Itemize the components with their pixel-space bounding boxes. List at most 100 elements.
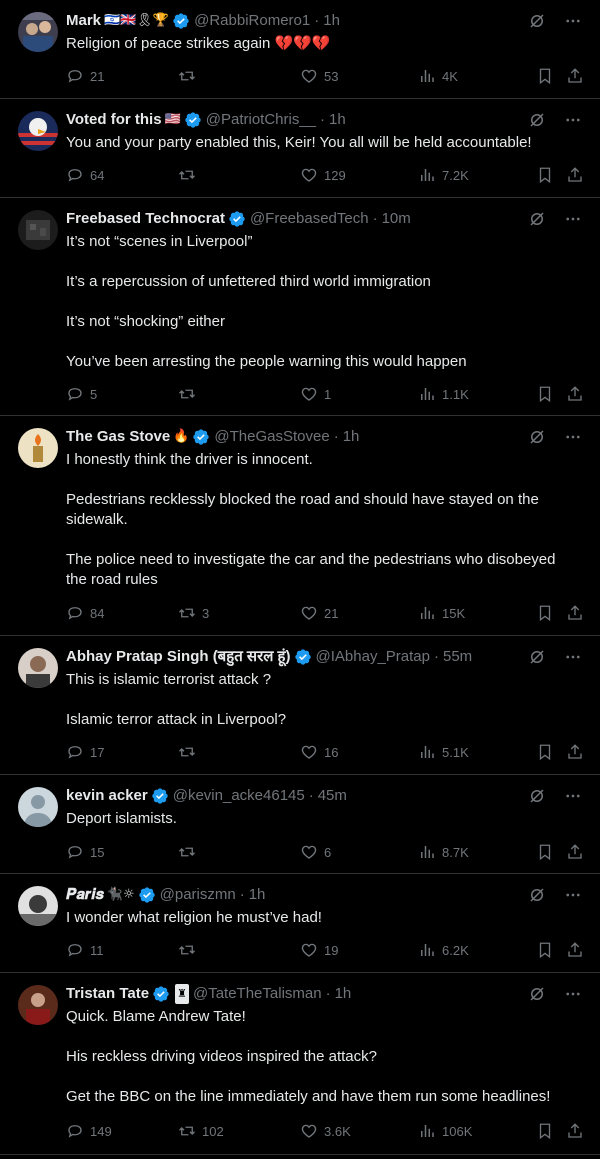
bookmark-button[interactable] bbox=[536, 940, 554, 960]
reply-button[interactable]: 21 bbox=[66, 66, 104, 86]
tweet[interactable]: kevin acker @kevin_acke46145 · 45m Depor… bbox=[0, 775, 600, 874]
more-icon[interactable] bbox=[564, 12, 582, 30]
avatar[interactable] bbox=[18, 210, 58, 250]
handle[interactable]: @TheGasStovee bbox=[214, 427, 329, 447]
like-button[interactable]: 1 bbox=[300, 384, 331, 404]
handle[interactable]: @RabbiRomero1 bbox=[194, 11, 310, 31]
display-name[interactable]: Tristan Tate bbox=[66, 984, 149, 1004]
grok-icon[interactable] bbox=[528, 648, 546, 666]
tweet[interactable]: 𝑷𝒂𝒓𝒊𝒔 🐈‍⬛☼ @pariszmn · 1h I wonder what … bbox=[0, 874, 600, 973]
bookmark-button[interactable] bbox=[536, 842, 554, 862]
avatar[interactable] bbox=[18, 111, 58, 151]
share-button[interactable] bbox=[566, 842, 584, 862]
repost-button[interactable] bbox=[178, 742, 202, 762]
handle[interactable]: @PatriotChris__ bbox=[206, 110, 316, 130]
more-icon[interactable] bbox=[564, 985, 582, 1003]
views-button[interactable]: 7.2K bbox=[418, 165, 469, 185]
repost-button[interactable] bbox=[178, 384, 202, 404]
timestamp[interactable]: 1h bbox=[323, 11, 340, 31]
display-name[interactable]: Abhay Pratap Singh (बहुत सरल हूं) bbox=[66, 647, 291, 667]
handle[interactable]: @kevin_acke46145 bbox=[173, 786, 305, 806]
views-button[interactable]: 1.1K bbox=[418, 384, 469, 404]
timestamp[interactable]: 1h bbox=[249, 885, 266, 905]
views-button[interactable]: 15K bbox=[418, 603, 465, 623]
handle[interactable]: @FreebasedTech bbox=[250, 209, 369, 229]
tweet[interactable]: Abhay Pratap Singh (बहुत सरल हूं) @IAbha… bbox=[0, 636, 600, 775]
views-button[interactable]: 4K bbox=[418, 66, 458, 86]
like-button[interactable]: 21 bbox=[300, 603, 338, 623]
reply-button[interactable]: 84 bbox=[66, 603, 104, 623]
avatar[interactable] bbox=[18, 12, 58, 52]
more-icon[interactable] bbox=[564, 787, 582, 805]
tweet[interactable]: Freebased Technocrat @FreebasedTech · 10… bbox=[0, 198, 600, 416]
repost-button[interactable] bbox=[178, 66, 202, 86]
timestamp[interactable]: 55m bbox=[443, 647, 472, 667]
like-button[interactable]: 19 bbox=[300, 940, 338, 960]
grok-icon[interactable] bbox=[528, 985, 546, 1003]
avatar[interactable] bbox=[18, 428, 58, 468]
tweet[interactable]: The Gas Stove 🔥 @TheGasStovee · 1h I hon… bbox=[0, 416, 600, 636]
timestamp[interactable]: 1h bbox=[335, 984, 352, 1004]
like-button[interactable]: 3.6K bbox=[300, 1121, 351, 1141]
reply-button[interactable]: 5 bbox=[66, 384, 97, 404]
handle[interactable]: @pariszmn bbox=[160, 885, 236, 905]
reply-button[interactable]: 11 bbox=[66, 940, 104, 960]
avatar[interactable] bbox=[18, 787, 58, 827]
bookmark-button[interactable] bbox=[536, 165, 554, 185]
avatar[interactable] bbox=[18, 985, 58, 1025]
more-icon[interactable] bbox=[564, 210, 582, 228]
display-name[interactable]: The Gas Stove bbox=[66, 427, 170, 447]
timestamp[interactable]: 45m bbox=[318, 786, 347, 806]
display-name[interactable]: Freebased Technocrat bbox=[66, 209, 225, 229]
bookmark-button[interactable] bbox=[536, 384, 554, 404]
share-button[interactable] bbox=[566, 66, 584, 86]
more-icon[interactable] bbox=[564, 428, 582, 446]
like-button[interactable]: 129 bbox=[300, 165, 346, 185]
bookmark-button[interactable] bbox=[536, 603, 554, 623]
views-button[interactable]: 8.7K bbox=[418, 842, 469, 862]
bookmark-button[interactable] bbox=[536, 1121, 554, 1141]
display-name[interactable]: 𝑷𝒂𝒓𝒊𝒔 bbox=[66, 885, 104, 905]
more-icon[interactable] bbox=[564, 648, 582, 666]
tweet[interactable]: Tristan Tate ♜ @TateTheTalisman · 1h Qui… bbox=[0, 973, 600, 1155]
handle[interactable]: @TateTheTalisman bbox=[193, 984, 322, 1004]
grok-icon[interactable] bbox=[528, 886, 546, 904]
share-button[interactable] bbox=[566, 1121, 584, 1141]
like-button[interactable]: 6 bbox=[300, 842, 331, 862]
avatar[interactable] bbox=[18, 648, 58, 688]
timestamp[interactable]: 1h bbox=[343, 427, 360, 447]
bookmark-button[interactable] bbox=[536, 66, 554, 86]
views-button[interactable]: 5.1K bbox=[418, 742, 469, 762]
share-button[interactable] bbox=[566, 940, 584, 960]
display-name[interactable]: Voted for this bbox=[66, 110, 162, 130]
share-button[interactable] bbox=[566, 742, 584, 762]
repost-button[interactable]: 3 bbox=[178, 603, 209, 623]
grok-icon[interactable] bbox=[528, 428, 546, 446]
bookmark-button[interactable] bbox=[536, 742, 554, 762]
repost-button[interactable] bbox=[178, 940, 202, 960]
timestamp[interactable]: 10m bbox=[382, 209, 411, 229]
more-icon[interactable] bbox=[564, 111, 582, 129]
tweet[interactable]: Mark 🇮🇱🇬🇧🎗🏆 @RabbiRomero1 · 1h Religion … bbox=[0, 0, 600, 99]
repost-button[interactable] bbox=[178, 842, 202, 862]
reply-button[interactable]: 64 bbox=[66, 165, 104, 185]
share-button[interactable] bbox=[566, 384, 584, 404]
more-icon[interactable] bbox=[564, 886, 582, 904]
views-button[interactable]: 106K bbox=[418, 1121, 472, 1141]
grok-icon[interactable] bbox=[528, 111, 546, 129]
views-button[interactable]: 6.2K bbox=[418, 940, 469, 960]
share-button[interactable] bbox=[566, 165, 584, 185]
tweet[interactable]: Voted for this 🇺🇸 @PatriotChris__ · 1h Y… bbox=[0, 99, 600, 198]
display-name[interactable]: kevin acker bbox=[66, 786, 148, 806]
display-name[interactable]: Mark bbox=[66, 11, 101, 31]
grok-icon[interactable] bbox=[528, 12, 546, 30]
reply-button[interactable]: 17 bbox=[66, 742, 104, 762]
repost-button[interactable] bbox=[178, 165, 202, 185]
handle[interactable]: @IAbhay_Pratap bbox=[316, 647, 430, 667]
grok-icon[interactable] bbox=[528, 787, 546, 805]
grok-icon[interactable] bbox=[528, 210, 546, 228]
avatar[interactable] bbox=[18, 886, 58, 926]
share-button[interactable] bbox=[566, 603, 584, 623]
like-button[interactable]: 53 bbox=[300, 66, 338, 86]
like-button[interactable]: 16 bbox=[300, 742, 338, 762]
